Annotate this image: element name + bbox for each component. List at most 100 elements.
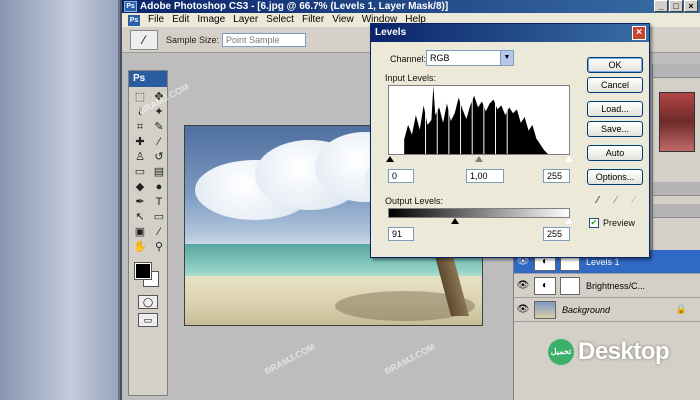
gray-eyedropper-icon[interactable]: ⁄	[609, 194, 623, 208]
layer-name: Levels 1	[586, 256, 620, 267]
chevron-down-icon: ▼	[500, 51, 513, 65]
path-selection-tool-icon[interactable]: ↖	[131, 210, 149, 224]
background-layer-thumbnail	[534, 300, 556, 319]
preview-checkbox[interactable]: ✔	[589, 218, 599, 228]
dialog-close-button[interactable]: ×	[632, 26, 646, 40]
eye-icon[interactable]: 👁	[514, 280, 532, 291]
navigator-thumbnail[interactable]	[659, 92, 695, 152]
eyedropper-preset-icon[interactable]: ⁄	[130, 29, 158, 50]
zoom-tool-icon[interactable]: ⚲	[150, 240, 168, 254]
marquee-tool-icon[interactable]: ⬚	[131, 90, 149, 104]
pen-tool-icon[interactable]: ✒	[131, 195, 149, 209]
layer-row[interactable]: 👁 Background 🔒	[514, 298, 700, 322]
output-black-field[interactable]: 91	[388, 227, 414, 241]
input-gamma-slider[interactable]	[475, 156, 483, 162]
layer-mask-thumbnail[interactable]	[560, 276, 580, 295]
input-black-slider[interactable]	[386, 156, 394, 162]
levels-histogram	[388, 85, 570, 155]
channel-select[interactable]: RGB ▼	[426, 50, 514, 66]
shape-tool-icon[interactable]: ▭	[150, 210, 168, 224]
dodge-tool-icon[interactable]: ●	[150, 180, 168, 194]
blur-tool-icon[interactable]: ◆	[131, 180, 149, 194]
histogram-tab[interactable]	[653, 182, 700, 196]
close-button[interactable]: ×	[684, 0, 698, 12]
brand-logo-icon: تحميل	[548, 339, 574, 365]
levels-dialog: Levels × Channel: RGB ▼ Input Levels: 0 …	[370, 23, 650, 258]
hand-tool-icon[interactable]: ✋	[131, 240, 149, 254]
options-button[interactable]: Options...	[587, 169, 643, 185]
desktop-brand-logo: تحميل Desktop	[548, 338, 670, 366]
maximize-button[interactable]: □	[669, 0, 683, 12]
auto-button[interactable]: Auto	[587, 145, 643, 161]
screen-mode-icon[interactable]: ▭	[138, 313, 158, 327]
input-white-field[interactable]: 255	[543, 169, 570, 183]
layers-panel: 👁 ◐ Levels 1 👁 ◐ Brightness/C... 👁 Backg…	[513, 250, 700, 400]
move-tool-icon[interactable]: ✥	[150, 90, 168, 104]
document-icon[interactable]: Ps	[128, 14, 140, 26]
brush-tool-icon[interactable]: ⁄	[150, 135, 168, 149]
cancel-button[interactable]: Cancel	[587, 77, 643, 93]
layer-row[interactable]: 👁 ◐ Brightness/C...	[514, 274, 700, 298]
output-white-field[interactable]: 255	[543, 227, 570, 241]
input-gamma-field[interactable]: 1,00	[466, 169, 504, 183]
lasso-tool-icon[interactable]: ℓ	[131, 105, 149, 119]
input-white-slider[interactable]	[565, 156, 573, 162]
menu-image[interactable]: Image	[193, 13, 229, 27]
output-gradient-bar	[388, 208, 570, 218]
menu-view[interactable]: View	[328, 13, 358, 27]
preview-label: Preview	[603, 218, 636, 228]
menu-edit[interactable]: Edit	[168, 13, 193, 27]
input-black-field[interactable]: 0	[388, 169, 414, 183]
slice-tool-icon[interactable]: ✎	[150, 120, 168, 134]
foreground-color-swatch[interactable]	[134, 262, 152, 280]
levels-dialog-title: Levels	[375, 27, 407, 38]
input-levels-label: Input Levels:	[385, 73, 437, 83]
white-eyedropper-icon[interactable]: ⁄	[627, 194, 641, 208]
watermark: BRAMJ.COM	[382, 341, 437, 377]
output-levels-label: Output Levels:	[385, 196, 444, 206]
menu-filter[interactable]: Filter	[298, 13, 328, 27]
menu-select[interactable]: Select	[262, 13, 298, 27]
black-eyedropper-icon[interactable]: ⁄	[591, 194, 605, 208]
window-title: Adobe Photoshop CS3 - [6.jpg @ 66.7% (Le…	[140, 1, 449, 12]
healing-tool-icon[interactable]: ✚	[131, 135, 149, 149]
history-brush-tool-icon[interactable]: ↺	[150, 150, 168, 164]
stamp-tool-icon[interactable]: ♙	[131, 150, 149, 164]
notes-tool-icon[interactable]: ▣	[131, 225, 149, 239]
brand-text: Desktop	[578, 338, 670, 365]
crop-tool-icon[interactable]: ⌗	[131, 120, 149, 134]
output-black-slider[interactable]	[451, 218, 459, 224]
magic-wand-tool-icon[interactable]: ✦	[150, 105, 168, 119]
sample-size-select[interactable]: Point Sample	[222, 32, 307, 47]
toolbox: Ps ⬚ ✥ ℓ ✦ ⌗ ✎ ✚ ⁄ ♙ ↺ ▭ ▤ ◆ ● ✒ T ↖ ▭ ▣	[128, 70, 168, 396]
load-button[interactable]: Load...	[587, 101, 643, 117]
adjustment-layer-icon: ◐	[534, 276, 556, 295]
layer-name: Background	[562, 304, 611, 315]
watermark: BRAMJ.COM	[262, 341, 317, 377]
ok-button[interactable]: OK	[587, 57, 643, 73]
eyedropper-tool-icon[interactable]: ⁄	[150, 225, 168, 239]
channel-label: Channel:	[390, 54, 427, 64]
photoshop-app-icon: Ps	[124, 1, 137, 12]
info-tab[interactable]	[653, 204, 700, 218]
save-button[interactable]: Save...	[587, 121, 643, 137]
type-tool-icon[interactable]: T	[150, 195, 168, 209]
menu-layer[interactable]: Layer	[229, 13, 262, 27]
eye-icon[interactable]: 👁	[514, 304, 532, 315]
gradient-tool-icon[interactable]: ▤	[150, 165, 168, 179]
toolbox-header: Ps	[129, 71, 167, 87]
title-bar[interactable]: Ps Adobe Photoshop CS3 - [6.jpg @ 66.7% …	[122, 0, 700, 13]
sample-size-label: Sample Size:	[166, 34, 220, 45]
navigator-tab[interactable]	[653, 64, 700, 78]
navigator-panel	[652, 64, 700, 250]
menu-file[interactable]: File	[144, 13, 168, 27]
desktop-left-strip	[0, 0, 120, 400]
minimize-button[interactable]: _	[654, 0, 668, 12]
quick-mask-icon[interactable]: ◯	[138, 295, 158, 309]
output-white-slider[interactable]	[565, 218, 573, 224]
levels-dialog-title-bar[interactable]: Levels ×	[371, 24, 649, 42]
channel-value: RGB	[430, 53, 450, 63]
eraser-tool-icon[interactable]: ▭	[131, 165, 149, 179]
layer-name: Brightness/C...	[586, 280, 646, 291]
lock-icon: 🔒	[675, 304, 687, 314]
